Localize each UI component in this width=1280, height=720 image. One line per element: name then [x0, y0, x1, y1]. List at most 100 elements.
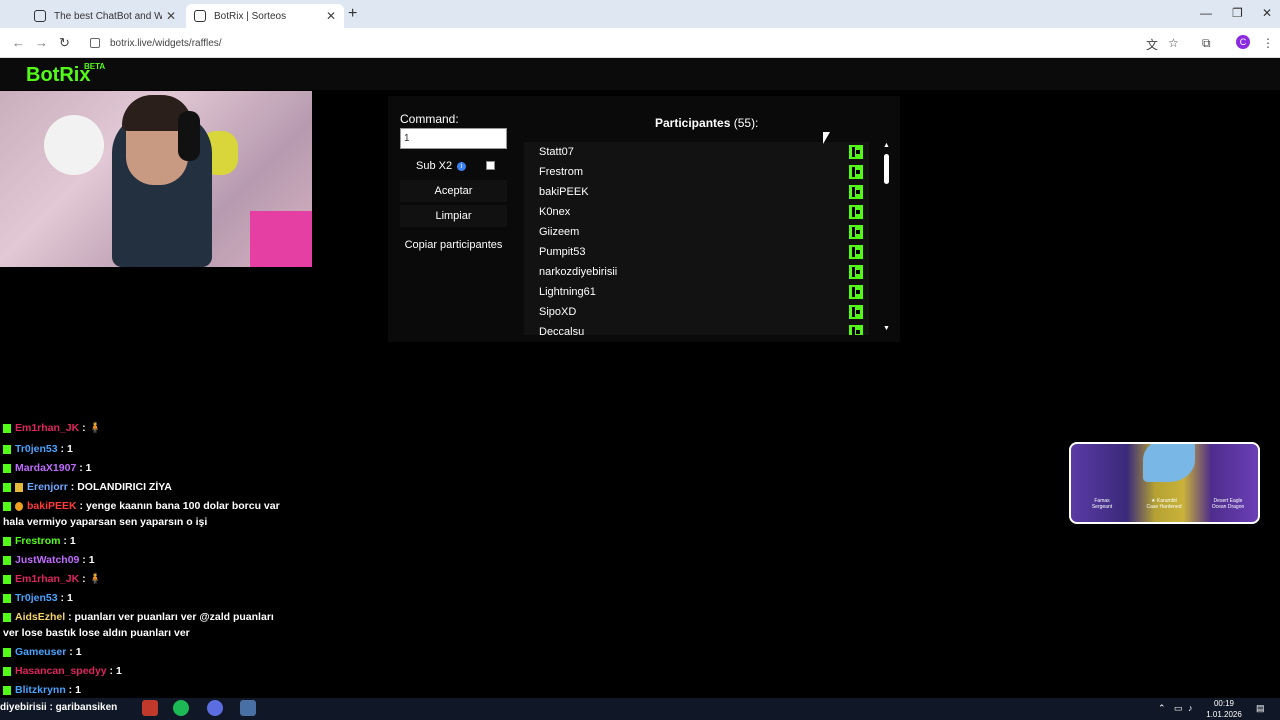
chat-user: Tr0jen53	[15, 592, 58, 604]
skin-sub: Case Hardened	[1146, 504, 1182, 510]
sub-x2-checkbox[interactable]	[486, 161, 495, 170]
chat-text: : 1	[65, 684, 81, 696]
reload-icon[interactable]: ↻	[59, 35, 70, 51]
tab-close-icon[interactable]: ✕	[166, 9, 176, 23]
discord-icon[interactable]	[207, 700, 223, 716]
chat-user: JustWatch09	[15, 554, 80, 566]
chat-badge-icon	[3, 555, 11, 565]
participant-row[interactable]: bakiPEEK	[524, 182, 869, 202]
skin-center: ★ Karambit Case Hardened	[1139, 498, 1189, 510]
participant-name: Deccalsu	[539, 326, 585, 335]
notification-icon[interactable]: ▤	[1256, 703, 1265, 714]
taskbar: diyebirisii : garibansiken ⌃ ▭ ♪ 00:19 1…	[0, 698, 1280, 720]
skin-left: Famas Sergeant	[1077, 498, 1127, 510]
tab-favicon-icon	[194, 10, 206, 22]
scrollbar-thumb[interactable]	[884, 154, 889, 184]
tab-title: The best ChatBot and Widgets	[54, 10, 162, 22]
beta-badge: BETA	[84, 62, 106, 71]
participant-row[interactable]: Giizeem	[524, 222, 869, 242]
participants-scrollbar[interactable]: ▲ ▼	[882, 142, 892, 335]
chat-ticker: diyebirisii : garibansiken	[0, 702, 118, 713]
minimize-icon[interactable]: —	[1200, 6, 1212, 20]
chat-text: : 1	[57, 592, 73, 604]
network-icon[interactable]: ▭	[1174, 703, 1183, 714]
chat-message: Tr0jen53 : 1	[3, 590, 291, 606]
kick-icon	[849, 165, 863, 179]
chat-user: Blitzkrynn	[15, 684, 66, 696]
app-icon[interactable]	[142, 700, 158, 716]
chat-text: : 1	[106, 665, 122, 677]
new-tab-icon[interactable]: +	[348, 5, 357, 23]
participants-list[interactable]: Statt07 Frestrom bakiPEEK K0nex Giizeem …	[524, 142, 869, 335]
page: BotRix BETA Command: 1 Sub X2 i Aceptar …	[0, 58, 1280, 720]
kick-icon	[849, 305, 863, 319]
chat-badge-icon	[3, 666, 11, 676]
app-icon[interactable]	[240, 700, 256, 716]
restore-icon[interactable]: ❐	[1232, 6, 1243, 20]
translate-icon[interactable]: 文	[1146, 36, 1158, 53]
forward-icon[interactable]: →	[35, 35, 48, 50]
profile-avatar[interactable]: C	[1236, 35, 1250, 49]
chat-badge-icon	[3, 685, 11, 695]
site-header: BotRix BETA	[0, 58, 1280, 90]
kick-icon	[849, 285, 863, 299]
accept-button[interactable]: Aceptar	[400, 180, 507, 202]
kick-icon	[849, 205, 863, 219]
extensions-icon[interactable]: ⧉	[1202, 36, 1211, 51]
tray-chevron-icon[interactable]: ⌃	[1158, 703, 1166, 714]
chat-badge-icon	[3, 612, 11, 622]
tab-close-icon[interactable]: ✕	[326, 9, 336, 23]
back-icon[interactable]: ←	[12, 35, 25, 50]
alert-badge-icon	[15, 501, 23, 511]
clock-date: 1.01.2026	[1206, 710, 1242, 719]
chat-user: MardaX1907	[15, 462, 77, 474]
participant-row[interactable]: K0nex	[524, 202, 869, 222]
chat-user: bakiPEEK	[27, 500, 77, 512]
clear-button[interactable]: Limpiar	[400, 205, 507, 227]
participant-row[interactable]: Pumpit53	[524, 242, 869, 262]
chat-message: MardaX1907 : 1	[3, 460, 291, 476]
browser-tab-active[interactable]: BotRix | Sorteos ✕	[186, 4, 344, 28]
site-logo[interactable]: BotRix	[26, 64, 90, 87]
tab-title: BotRix | Sorteos	[214, 10, 287, 22]
participants-label: Participantes	[655, 116, 731, 130]
participant-row[interactable]: Deccalsu	[524, 322, 869, 335]
chat-message: JustWatch09 : 1	[3, 552, 291, 568]
menu-dots-icon[interactable]: ⋮	[1262, 36, 1274, 50]
participant-row[interactable]: SipoXD	[524, 302, 869, 322]
taskbar-clock[interactable]: 00:19 1.01.2026	[1204, 698, 1244, 720]
window-close-icon[interactable]: ✕	[1262, 6, 1272, 20]
volume-icon[interactable]: ♪	[1188, 703, 1193, 713]
scroll-down-icon[interactable]: ▼	[883, 325, 890, 332]
webcam-plush	[44, 115, 104, 175]
sub-x2-text: Sub X2	[416, 160, 453, 172]
crown-badge-icon	[15, 482, 23, 492]
participant-row[interactable]: narkozdiyebirisii	[524, 262, 869, 282]
command-input[interactable]: 1	[400, 128, 507, 149]
scroll-up-icon[interactable]: ▲	[883, 142, 890, 149]
stream-chat-overlay: Em1rhan_JK : 🧍 Tr0jen53 : 1 MardaX1907 :…	[0, 422, 292, 696]
kick-icon	[849, 245, 863, 259]
participants-count: (55):	[733, 116, 759, 130]
site-info-icon[interactable]	[90, 38, 100, 48]
chat-user: Em1rhan_JK	[15, 422, 80, 434]
participant-row[interactable]: Lightning61	[524, 282, 869, 302]
participant-name: Statt07	[539, 146, 574, 158]
browser-tab[interactable]: The best ChatBot and Widgets ✕	[26, 4, 184, 28]
clock-time: 00:19	[1213, 699, 1235, 708]
chat-text: : 1	[66, 646, 82, 658]
kick-icon	[849, 325, 863, 335]
chat-badge-icon	[3, 593, 11, 603]
info-icon[interactable]: i	[457, 161, 467, 171]
bookmark-star-icon[interactable]: ☆	[1168, 36, 1179, 50]
chat-user: Hasancan_spedyy	[15, 665, 107, 677]
chat-badge-icon	[3, 444, 11, 454]
participant-row[interactable]: Statt07	[524, 142, 869, 162]
skin-sub: Ocean Dragon	[1211, 504, 1245, 510]
mouse-cursor-icon	[823, 132, 830, 144]
address-bar[interactable]: botrix.live/widgets/raffles/	[80, 32, 1160, 54]
chat-badge-icon	[3, 482, 11, 492]
spotify-icon[interactable]	[173, 700, 189, 716]
participant-row[interactable]: Frestrom	[524, 162, 869, 182]
copy-participants-button[interactable]: Copiar participantes	[400, 234, 507, 256]
